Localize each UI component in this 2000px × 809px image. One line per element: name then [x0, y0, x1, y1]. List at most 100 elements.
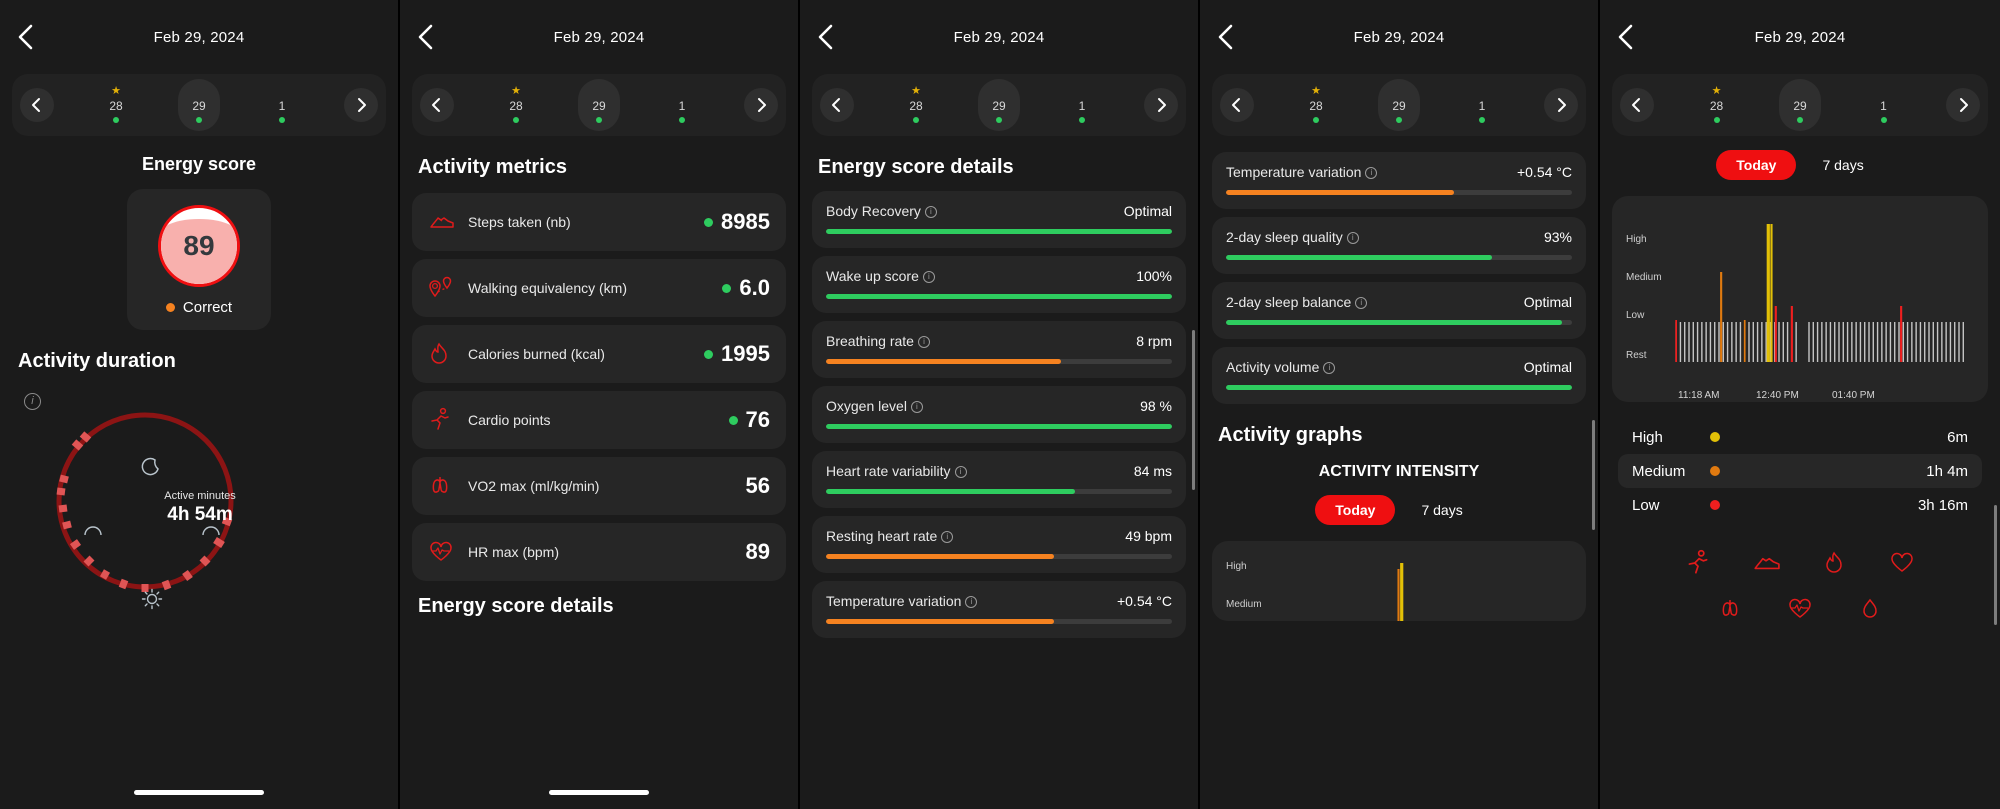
- legend-row-medium[interactable]: Medium 1h 4m: [1618, 454, 1982, 488]
- detail-label: 2-day sleep quality i: [1226, 229, 1359, 245]
- energy-score-gauge: 89: [158, 205, 240, 287]
- progress-fill: [826, 554, 1055, 559]
- detail-2day-sleep-balance[interactable]: 2-day sleep balance i Optimal: [1212, 282, 1586, 339]
- next-day-button[interactable]: [344, 88, 378, 122]
- tab-today[interactable]: Today: [1716, 150, 1797, 180]
- day-number: 1: [1078, 99, 1086, 113]
- day-29[interactable]: ★ 29: [978, 79, 1020, 131]
- tab-7-days[interactable]: 7 days: [1802, 150, 1883, 180]
- scrollbar[interactable]: [1592, 420, 1595, 530]
- metric-hr-max[interactable]: HR max (bpm) 89: [412, 523, 786, 581]
- info-icon[interactable]: i: [1346, 232, 1359, 245]
- sun-icon: [141, 588, 163, 610]
- route-pin-icon: [428, 276, 458, 300]
- metric-label: VO2 max (ml/kg/min): [468, 478, 600, 494]
- legend-label: Low: [1632, 496, 1660, 514]
- detail-body-recovery[interactable]: Body Recovery i Optimal: [812, 191, 1186, 248]
- info-icon[interactable]: i: [924, 206, 937, 219]
- detail-value: 100%: [1136, 268, 1172, 284]
- day-number: 28: [509, 99, 523, 113]
- metric-walking-equivalency[interactable]: Walking equivalency (km) 6.0: [412, 259, 786, 317]
- day-29[interactable]: ★ 29: [1378, 79, 1420, 131]
- drop-icon[interactable]: [1855, 594, 1885, 624]
- detail-oxygen-level[interactable]: Oxygen level i 98 %: [812, 386, 1186, 443]
- next-day-button[interactable]: [744, 88, 778, 122]
- detail-label-text: 2-day sleep balance: [1226, 294, 1352, 310]
- home-indicator: [134, 790, 264, 795]
- day-status-dot: [279, 117, 285, 123]
- chevron-left-icon: [1218, 24, 1233, 50]
- info-icon[interactable]: i: [910, 401, 923, 414]
- day-1[interactable]: ★ 1: [1863, 79, 1905, 131]
- prev-day-button[interactable]: [820, 88, 854, 122]
- metric-value: 56: [745, 473, 770, 498]
- prev-day-button[interactable]: [20, 88, 54, 122]
- detail-temperature-variation[interactable]: Temperature variation i +0.54 °C: [812, 581, 1186, 638]
- day-28[interactable]: ★ 28: [895, 79, 937, 131]
- status-label: Correct: [182, 299, 233, 316]
- prev-day-button[interactable]: [1220, 88, 1254, 122]
- back-button[interactable]: [416, 22, 436, 52]
- info-icon[interactable]: i: [1365, 167, 1378, 180]
- detail-label-text: Temperature variation: [826, 593, 962, 609]
- moon-icon: [141, 457, 159, 476]
- day-1[interactable]: ★ 1: [661, 79, 703, 131]
- detail-temperature-variation[interactable]: Temperature variation i +0.54 °C: [1212, 152, 1586, 209]
- day-28[interactable]: ★ 28: [1696, 79, 1738, 131]
- info-icon[interactable]: i: [941, 531, 954, 544]
- next-day-button[interactable]: [1946, 88, 1980, 122]
- back-button[interactable]: [16, 22, 36, 52]
- heart-outline-icon[interactable]: [1887, 548, 1917, 578]
- day-1[interactable]: ★ 1: [261, 79, 303, 131]
- panel-activity-metrics: Feb 29, 2024 ★ 28 ★ 29 ★ 1: [400, 0, 800, 809]
- activity-graphs-title: Activity graphs: [1218, 424, 1363, 446]
- metric-calories-burned[interactable]: Calories burned (kcal) 1995: [412, 325, 786, 383]
- tab-7-days[interactable]: 7 days: [1401, 495, 1482, 525]
- detail-2day-sleep-quality[interactable]: 2-day sleep quality i 93%: [1212, 217, 1586, 274]
- next-day-button[interactable]: [1144, 88, 1178, 122]
- day-29[interactable]: ★ 29: [578, 79, 620, 131]
- ring-center-text: Active minutes 4h 54m: [0, 490, 398, 526]
- info-icon[interactable]: i: [917, 336, 930, 349]
- shoe-icon[interactable]: [1751, 548, 1781, 578]
- metric-cardio-points[interactable]: Cardio points 76: [412, 391, 786, 449]
- scrollbar[interactable]: [1994, 505, 1997, 625]
- detail-breathing-rate[interactable]: Breathing rate i 8 rpm: [812, 321, 1186, 378]
- tab-today[interactable]: Today: [1315, 495, 1396, 525]
- back-button[interactable]: [1216, 22, 1236, 52]
- info-icon[interactable]: i: [922, 271, 935, 284]
- day-29[interactable]: ★ 29: [1779, 79, 1821, 131]
- detail-wake-up-score[interactable]: Wake up score i 100%: [812, 256, 1186, 313]
- legend-row-low[interactable]: Low 3h 16m: [1618, 488, 1982, 522]
- legend-row-high[interactable]: High 6m: [1618, 420, 1982, 454]
- detail-resting-heart-rate[interactable]: Resting heart rate i 49 bpm: [812, 516, 1186, 573]
- back-button[interactable]: [816, 22, 836, 52]
- day-28[interactable]: ★ 28: [95, 79, 137, 131]
- heart-rate-icon[interactable]: [1785, 594, 1815, 624]
- detail-heart-rate-variability[interactable]: Heart rate variability i 84 ms: [812, 451, 1186, 508]
- lungs-icon[interactable]: [1715, 594, 1745, 624]
- runner-icon[interactable]: [1683, 548, 1713, 578]
- day-1[interactable]: ★ 1: [1061, 79, 1103, 131]
- day-1[interactable]: ★ 1: [1461, 79, 1503, 131]
- day-29[interactable]: ★ 29: [178, 79, 220, 131]
- detail-activity-volume[interactable]: Activity volume i Optimal: [1212, 347, 1586, 404]
- metric-vo2-max[interactable]: VO2 max (ml/kg/min) 56: [412, 457, 786, 515]
- info-icon[interactable]: i: [954, 466, 967, 479]
- next-day-button[interactable]: [1544, 88, 1578, 122]
- flame-icon[interactable]: [1819, 548, 1849, 578]
- day-28[interactable]: ★ 28: [495, 79, 537, 131]
- back-button[interactable]: [1616, 22, 1636, 52]
- prev-day-button[interactable]: [1620, 88, 1654, 122]
- metric-steps-taken[interactable]: Steps taken (nb) 8985: [412, 193, 786, 251]
- prev-day-button[interactable]: [420, 88, 454, 122]
- info-icon[interactable]: i: [965, 596, 978, 609]
- info-icon[interactable]: i: [1323, 362, 1336, 375]
- chevron-left-icon: [818, 24, 833, 50]
- star-icon: ★: [1711, 85, 1722, 97]
- metric-label: Cardio points: [468, 412, 551, 428]
- day-28[interactable]: ★ 28: [1295, 79, 1337, 131]
- info-icon[interactable]: i: [1355, 297, 1368, 310]
- scrollbar[interactable]: [1192, 330, 1195, 490]
- day-selector: ★ 28 ★ 29 ★ 1: [412, 74, 786, 136]
